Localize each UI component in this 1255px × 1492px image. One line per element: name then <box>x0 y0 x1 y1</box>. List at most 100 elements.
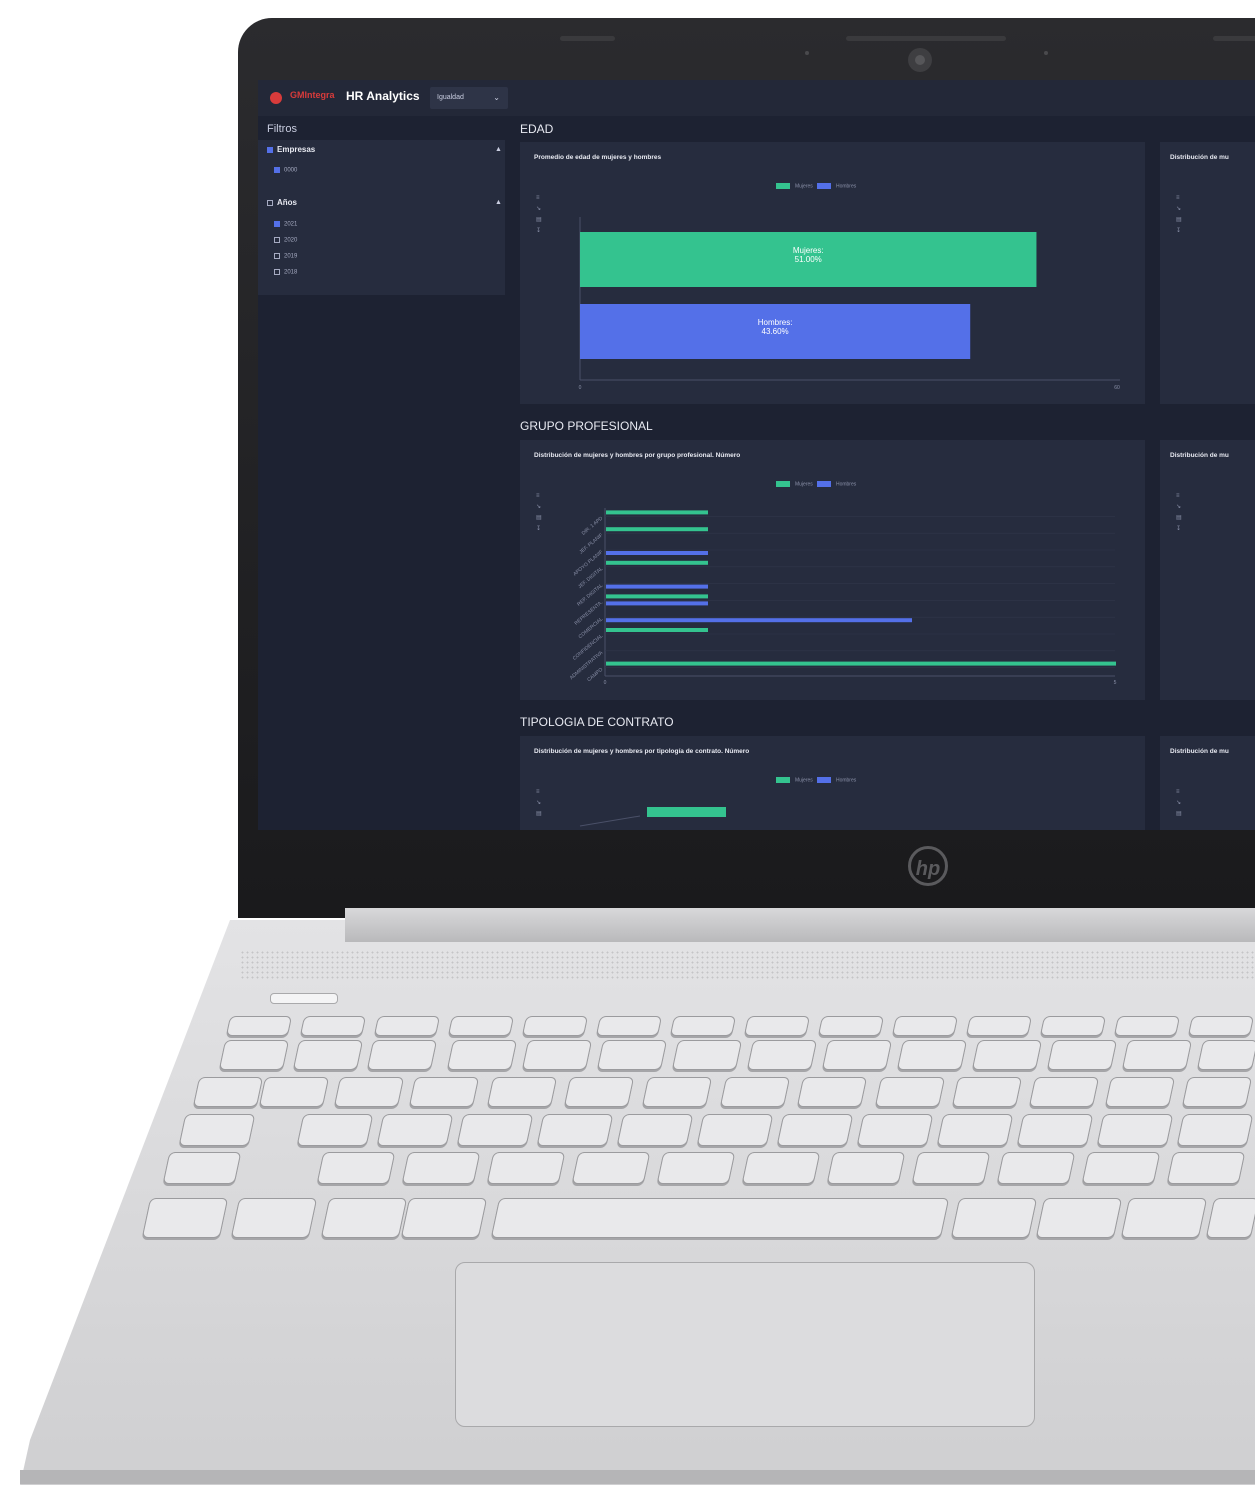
keyboard-key[interactable] <box>996 1152 1076 1184</box>
checkbox-icon[interactable] <box>274 167 280 173</box>
keyboard-key[interactable] <box>743 1016 811 1036</box>
keyboard-key[interactable] <box>596 1040 668 1070</box>
keyboard-key[interactable] <box>741 1152 821 1184</box>
filter-group-anos[interactable]: Años <box>267 198 297 207</box>
keyboard-key[interactable] <box>936 1114 1014 1146</box>
checkbox-icon[interactable] <box>267 199 273 206</box>
keyboard-key[interactable] <box>1104 1077 1176 1107</box>
module-select[interactable]: Igualdad ⌄ <box>430 87 508 109</box>
keyboard-key[interactable] <box>641 1077 713 1107</box>
keyboard-key[interactable] <box>951 1077 1023 1107</box>
keyboard-key[interactable] <box>408 1077 480 1107</box>
keyboard-key[interactable] <box>376 1114 454 1146</box>
filter-option[interactable]: 2021 <box>274 221 297 228</box>
keyboard-key[interactable] <box>1039 1016 1107 1036</box>
keyboard-key[interactable] <box>1016 1114 1094 1146</box>
keyboard-key[interactable] <box>971 1040 1043 1070</box>
keyboard-key[interactable] <box>333 1077 405 1107</box>
keyboard-key[interactable] <box>296 1114 374 1146</box>
keyboard-key[interactable] <box>616 1114 694 1146</box>
toolbox-bar-icon[interactable]: ▤ <box>1176 513 1184 524</box>
checkbox-icon[interactable] <box>274 221 280 227</box>
toolbox-bar-icon[interactable]: ▤ <box>1176 215 1184 226</box>
touchpad[interactable] <box>455 1262 1035 1427</box>
keyboard-key[interactable] <box>719 1077 791 1107</box>
keyboard-key[interactable] <box>891 1016 959 1036</box>
checkbox-icon[interactable] <box>274 237 280 243</box>
filter-option[interactable]: 2019 <box>274 253 297 260</box>
keyboard-key[interactable] <box>292 1040 364 1070</box>
keyboard-key[interactable] <box>456 1114 534 1146</box>
toolbox-line-icon[interactable]: ↘ <box>1176 502 1184 513</box>
keyboard-key[interactable] <box>1113 1016 1181 1036</box>
keyboard-key[interactable] <box>821 1040 893 1070</box>
keyboard-key[interactable] <box>192 1077 264 1107</box>
filter-option[interactable]: 2020 <box>274 237 297 244</box>
keyboard-key[interactable] <box>595 1016 663 1036</box>
keyboard-key[interactable] <box>669 1016 737 1036</box>
keyboard-key[interactable] <box>571 1152 651 1184</box>
keyboard-key[interactable] <box>490 1198 950 1238</box>
keyboard-key[interactable] <box>1081 1152 1161 1184</box>
keyboard-key[interactable] <box>536 1114 614 1146</box>
keyboard-key[interactable] <box>178 1114 256 1146</box>
keyboard-key[interactable] <box>776 1114 854 1146</box>
filter-group-empresas[interactable]: Empresas <box>267 145 315 154</box>
toolbox-download-icon[interactable]: ↧ <box>1176 226 1184 237</box>
keyboard-key[interactable] <box>1096 1114 1174 1146</box>
keyboard-key[interactable] <box>696 1114 774 1146</box>
keyboard-key[interactable] <box>446 1040 518 1070</box>
keyboard-key[interactable] <box>1205 1198 1255 1238</box>
keyboard-key[interactable] <box>316 1152 396 1184</box>
keyboard-key[interactable] <box>258 1077 330 1107</box>
keyboard-key[interactable] <box>1035 1198 1123 1238</box>
collapse-up-icon[interactable]: ▲ <box>495 199 502 206</box>
keyboard-key[interactable] <box>746 1040 818 1070</box>
keyboard-key[interactable] <box>1028 1077 1100 1107</box>
keyboard-key[interactable] <box>521 1016 589 1036</box>
keyboard-key[interactable] <box>486 1152 566 1184</box>
keyboard-key[interactable] <box>950 1198 1038 1238</box>
keyboard-key[interactable] <box>521 1040 593 1070</box>
keyboard-key[interactable] <box>796 1077 868 1107</box>
toolbox-download-icon[interactable]: ↧ <box>1176 524 1184 535</box>
keyboard-key[interactable] <box>320 1198 408 1238</box>
toolbox-line-icon[interactable]: ↘ <box>1176 798 1184 809</box>
keyboard-key[interactable] <box>911 1152 991 1184</box>
keyboard-key[interactable] <box>366 1040 438 1070</box>
collapse-up-icon[interactable]: ▲ <box>495 146 502 153</box>
toolbox-data-icon[interactable]: ≡ <box>1176 787 1184 798</box>
toolbox-data-icon[interactable]: ≡ <box>1176 193 1184 204</box>
toolbox-line-icon[interactable]: ↘ <box>1176 204 1184 215</box>
keyboard-key[interactable] <box>486 1077 558 1107</box>
filter-option[interactable]: 0000 <box>274 167 297 174</box>
keyboard-key[interactable] <box>1120 1198 1208 1238</box>
keyboard-key[interactable] <box>1196 1040 1255 1070</box>
keyboard-key[interactable] <box>373 1016 441 1036</box>
checkbox-icon[interactable] <box>267 146 273 153</box>
keyboard-key[interactable] <box>230 1198 318 1238</box>
keyboard-key[interactable] <box>817 1016 885 1036</box>
keyboard-key[interactable] <box>1176 1114 1254 1146</box>
toolbox-bar-icon[interactable]: ▤ <box>1176 809 1184 820</box>
keyboard-key[interactable] <box>671 1040 743 1070</box>
keyboard-key[interactable] <box>1046 1040 1118 1070</box>
keyboard-key[interactable] <box>218 1040 290 1070</box>
keyboard-key[interactable] <box>1166 1152 1246 1184</box>
keyboard-key[interactable] <box>656 1152 736 1184</box>
keyboard-key[interactable] <box>874 1077 946 1107</box>
keyboard-key[interactable] <box>162 1152 242 1184</box>
keyboard-key[interactable] <box>225 1016 293 1036</box>
filter-option[interactable]: 2018 <box>274 269 297 276</box>
toolbox-data-icon[interactable]: ≡ <box>1176 491 1184 502</box>
keyboard-key[interactable] <box>856 1114 934 1146</box>
checkbox-icon[interactable] <box>274 253 280 259</box>
keyboard-key[interactable] <box>1187 1016 1255 1036</box>
keyboard-key[interactable] <box>826 1152 906 1184</box>
keyboard-key[interactable] <box>1121 1040 1193 1070</box>
power-button[interactable] <box>270 993 338 1004</box>
keyboard-key[interactable] <box>896 1040 968 1070</box>
keyboard-key[interactable] <box>1181 1077 1253 1107</box>
keyboard-key[interactable] <box>299 1016 367 1036</box>
keyboard-key[interactable] <box>401 1152 481 1184</box>
